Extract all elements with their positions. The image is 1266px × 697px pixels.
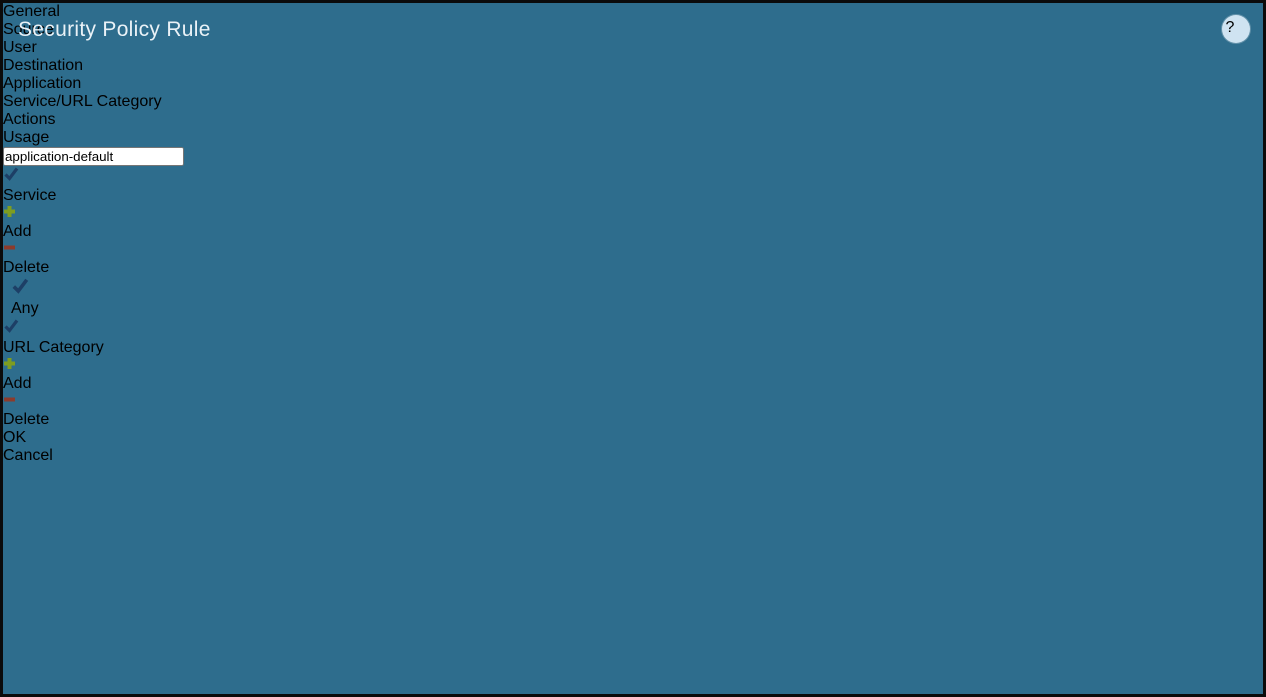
url-category-panel: Any URL Category Add xyxy=(3,277,1263,429)
url-category-add-button[interactable]: Add xyxy=(3,357,1263,393)
url-category-column-header[interactable]: URL Category xyxy=(3,339,104,356)
any-checkbox[interactable] xyxy=(11,277,1263,300)
service-select-all-checkbox[interactable] xyxy=(3,166,1263,187)
checkmark-icon xyxy=(3,166,19,182)
dialog-title: Security Policy Rule xyxy=(18,18,211,42)
help-button[interactable]: ? xyxy=(1222,15,1250,43)
any-label: Any xyxy=(11,300,39,317)
cancel-button[interactable]: Cancel xyxy=(3,447,1263,465)
checkmark-icon xyxy=(11,277,29,295)
url-category-table-header: URL Category xyxy=(3,318,1263,357)
service-type-bar xyxy=(3,147,1263,166)
security-policy-rule-dialog: Security Policy Rule ? General Source Us… xyxy=(0,0,1266,697)
tab-actions[interactable]: Actions xyxy=(3,111,1263,129)
tab-service-url-category[interactable]: Service/URL Category xyxy=(3,93,1263,111)
url-category-delete-button[interactable]: Delete xyxy=(3,393,1263,429)
url-category-any-bar: Any xyxy=(3,277,1263,318)
tab-content-area: Service Add Delete xyxy=(3,147,1263,429)
service-type-combobox xyxy=(3,147,1263,166)
plus-icon xyxy=(3,357,1263,375)
service-table-footer: Add Delete xyxy=(3,205,1263,277)
url-category-table-footer: Add Delete xyxy=(3,357,1263,429)
tab-application[interactable]: Application xyxy=(3,75,1263,93)
tab-usage[interactable]: Usage xyxy=(3,129,1263,147)
service-column-header[interactable]: Service xyxy=(3,187,56,204)
ok-button[interactable]: OK xyxy=(3,429,1263,447)
service-panel: Service Add Delete xyxy=(3,147,1263,277)
service-type-input[interactable] xyxy=(3,147,184,166)
checkmark-icon xyxy=(3,318,19,334)
service-delete-button[interactable]: Delete xyxy=(3,241,1263,277)
service-table-header: Service xyxy=(3,166,1263,205)
url-category-select-all-checkbox[interactable] xyxy=(3,318,1263,339)
help-question-icon: ? xyxy=(1226,19,1247,40)
minus-icon xyxy=(3,241,1263,259)
minus-icon xyxy=(3,393,1263,411)
plus-icon xyxy=(3,205,1263,223)
tab-destination[interactable]: Destination xyxy=(3,57,1263,75)
service-add-button[interactable]: Add xyxy=(3,205,1263,241)
